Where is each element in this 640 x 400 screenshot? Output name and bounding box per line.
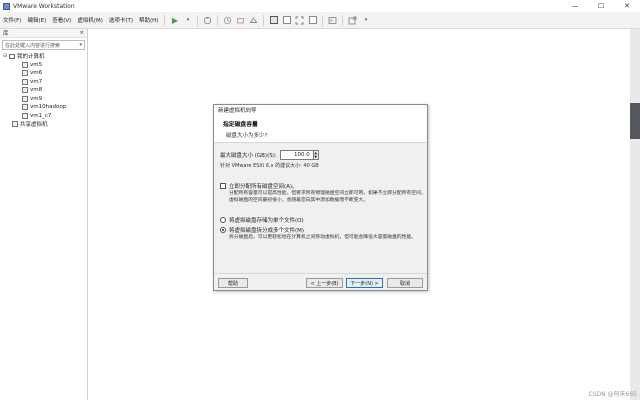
toolbar-separator <box>217 14 219 26</box>
menu-view[interactable]: 查看(V) <box>49 16 74 24</box>
new-vm-wizard-dialog: 新建虚拟机向导 指定磁盘容量 磁盘大小为多少? 最大磁盘大小 (GB)(S): … <box>213 104 428 291</box>
disk-size-spinner[interactable]: ▲ ▼ <box>313 149 319 160</box>
tree-item-label: vm8 <box>30 87 43 94</box>
tree-item-vm[interactable]: vm8 <box>0 86 87 95</box>
snapshot-icon[interactable] <box>222 15 233 26</box>
console-view-icon[interactable] <box>327 15 338 26</box>
window-title: VMware Workstation <box>13 2 75 10</box>
vm-icon <box>22 78 28 85</box>
background-window-edge <box>630 103 640 139</box>
disk-size-row: 最大磁盘大小 (GB)(S): 100.0 ▲ ▼ <box>220 149 427 160</box>
tree-item-label: vm10hadoop <box>30 104 67 111</box>
spin-down-icon[interactable]: ▼ <box>314 155 317 159</box>
dialog-heading: 指定磁盘容量 <box>223 122 258 128</box>
dialog-title: 新建虚拟机向导 <box>214 105 427 115</box>
allocate-all-row: 立即分配所有磁盘空间(A)。 <box>220 182 427 190</box>
allocate-all-checkbox[interactable] <box>220 183 226 189</box>
computer-icon <box>9 53 15 59</box>
tree-item-vm[interactable]: vm10hadoop <box>0 103 87 112</box>
tree-item-vm[interactable]: vm7 <box>0 78 87 87</box>
help-button[interactable]: 帮助 <box>218 278 248 288</box>
window-title-bar: VMware Workstation — ☐ ✕ <box>0 0 640 12</box>
tree-item-my-computer[interactable]: ⊟ 我的计算机 <box>0 52 87 61</box>
single-file-label[interactable]: 将虚拟磁盘存储为单个文件(O) <box>229 216 304 224</box>
dialog-footer: 帮助 < 上一步(B) 下一步(N) > 取消 <box>214 273 427 290</box>
recommended-size-text: 针对 VMware ESXi 6.x 的建议大小: 40 GB <box>220 163 319 169</box>
vm-icon <box>22 70 28 77</box>
toolbar-separator <box>197 14 199 26</box>
minimize-button[interactable]: — <box>562 0 588 12</box>
power-dropdown-icon[interactable]: ▾ <box>182 15 193 26</box>
toolbar-separator <box>164 14 166 26</box>
back-button[interactable]: < 上一步(B) <box>306 278 343 288</box>
disk-size-input[interactable]: 100.0 <box>279 149 314 160</box>
menu-vm[interactable]: 虚拟机(M) <box>74 16 106 24</box>
allocate-all-description: 分配所有容量可以提高性能，但要求所有物理磁盘空间立即可用。如果不立即分配所有空间… <box>229 191 426 203</box>
search-dropdown-icon[interactable]: ▾ <box>79 42 82 48</box>
library-tree: ⊟ 我的计算机 vm5 vm6 vm7 vm8 vm9 vm10hadoop v… <box>0 52 87 129</box>
shared-vm-icon <box>12 121 18 128</box>
tree-item-vm[interactable]: vm9 <box>0 95 87 104</box>
dialog-body: 最大磁盘大小 (GB)(S): 100.0 ▲ ▼ 针对 VMware ESXi … <box>214 143 427 275</box>
tree-item-vm[interactable]: vm6 <box>0 69 87 78</box>
power-on-icon[interactable]: ▶ <box>169 15 180 26</box>
stretch-dropdown-icon[interactable]: ▾ <box>360 15 371 26</box>
tree-item-label: 共享虚拟机 <box>20 122 48 129</box>
full-screen-icon[interactable] <box>294 15 305 26</box>
close-button[interactable]: ✕ <box>614 0 640 12</box>
tree-item-shared-vms[interactable]: 共享虚拟机 <box>0 120 87 129</box>
tree-item-vm[interactable]: vm1_c7 <box>0 112 87 121</box>
send-keys-icon[interactable] <box>202 15 213 26</box>
tree-item-label: 我的计算机 <box>17 54 45 61</box>
revert-snapshot-icon[interactable] <box>235 15 246 26</box>
vm-icon <box>22 87 28 94</box>
cancel-button[interactable]: 取消 <box>387 278 423 288</box>
watermark-text: CSDN @阿禾665 <box>588 391 637 398</box>
next-button[interactable]: 下一步(N) > <box>346 278 383 288</box>
library-title: 库 <box>3 31 9 37</box>
vmware-app-icon <box>3 2 10 10</box>
vm-icon <box>22 61 28 68</box>
split-files-label[interactable]: 将虚拟磁盘拆分成多个文件(M) <box>229 226 304 234</box>
unity-view-icon[interactable] <box>307 15 318 26</box>
dialog-header: 指定磁盘容量 磁盘大小为多少? <box>214 115 427 143</box>
library-search-placeholder: 在此处键入内容进行搜索 <box>5 42 61 49</box>
tree-item-label: vm5 <box>30 61 43 68</box>
single-file-row: 将虚拟磁盘存储为单个文件(O) <box>220 216 427 224</box>
right-edge-panel <box>630 29 640 400</box>
vm-icon <box>22 112 28 119</box>
snapshot-manager-icon[interactable] <box>248 15 259 26</box>
dialog-subheading: 磁盘大小为多少? <box>226 133 268 139</box>
tree-item-label: vm6 <box>30 70 43 77</box>
tree-item-vm[interactable]: vm5 <box>0 61 87 70</box>
menu-tabs[interactable]: 选项卡(T) <box>106 16 136 24</box>
library-panel: 库 × 在此处键入内容进行搜索 ▾ ⊟ 我的计算机 vm5 vm6 vm7 vm… <box>0 29 88 400</box>
toolbar-separator <box>322 14 324 26</box>
menu-edit[interactable]: 编辑(E) <box>24 16 49 24</box>
split-files-radio[interactable] <box>220 227 226 233</box>
disk-size-label: 最大磁盘大小 (GB)(S): <box>220 152 277 159</box>
library-search-input[interactable]: 在此处键入内容进行搜索 ▾ <box>2 40 85 50</box>
toolbar-separator <box>342 14 344 26</box>
window-controls: — ☐ ✕ <box>562 0 640 12</box>
tree-item-label: vm9 <box>30 95 43 102</box>
toolbar-separator <box>263 14 265 26</box>
single-file-radio[interactable] <box>220 217 226 223</box>
stretch-view-icon[interactable] <box>347 15 358 26</box>
view-library-icon[interactable] <box>268 15 279 26</box>
split-files-description: 拆分磁盘后，可以更轻松地在计算机之间移动虚拟机，但可能会降低大容量磁盘的性能。 <box>229 235 417 240</box>
tree-item-label: vm7 <box>30 78 43 85</box>
menu-help[interactable]: 帮助(H) <box>136 16 161 24</box>
menu-toolbar-bar: 文件(F) 编辑(E) 查看(V) 虚拟机(M) 选项卡(T) 帮助(H) ▶ … <box>0 12 640 29</box>
maximize-button[interactable]: ☐ <box>588 0 614 12</box>
library-close-icon[interactable]: × <box>79 30 84 36</box>
menu-file[interactable]: 文件(F) <box>0 16 24 24</box>
view-thumbnail-icon[interactable] <box>281 15 292 26</box>
vm-icon <box>22 104 28 111</box>
library-header: 库 × <box>0 29 87 38</box>
vm-icon <box>22 95 28 102</box>
split-files-row: 将虚拟磁盘拆分成多个文件(M) <box>220 226 427 234</box>
tree-item-label: vm1_c7 <box>30 112 52 119</box>
allocate-all-label[interactable]: 立即分配所有磁盘空间(A)。 <box>229 182 298 190</box>
